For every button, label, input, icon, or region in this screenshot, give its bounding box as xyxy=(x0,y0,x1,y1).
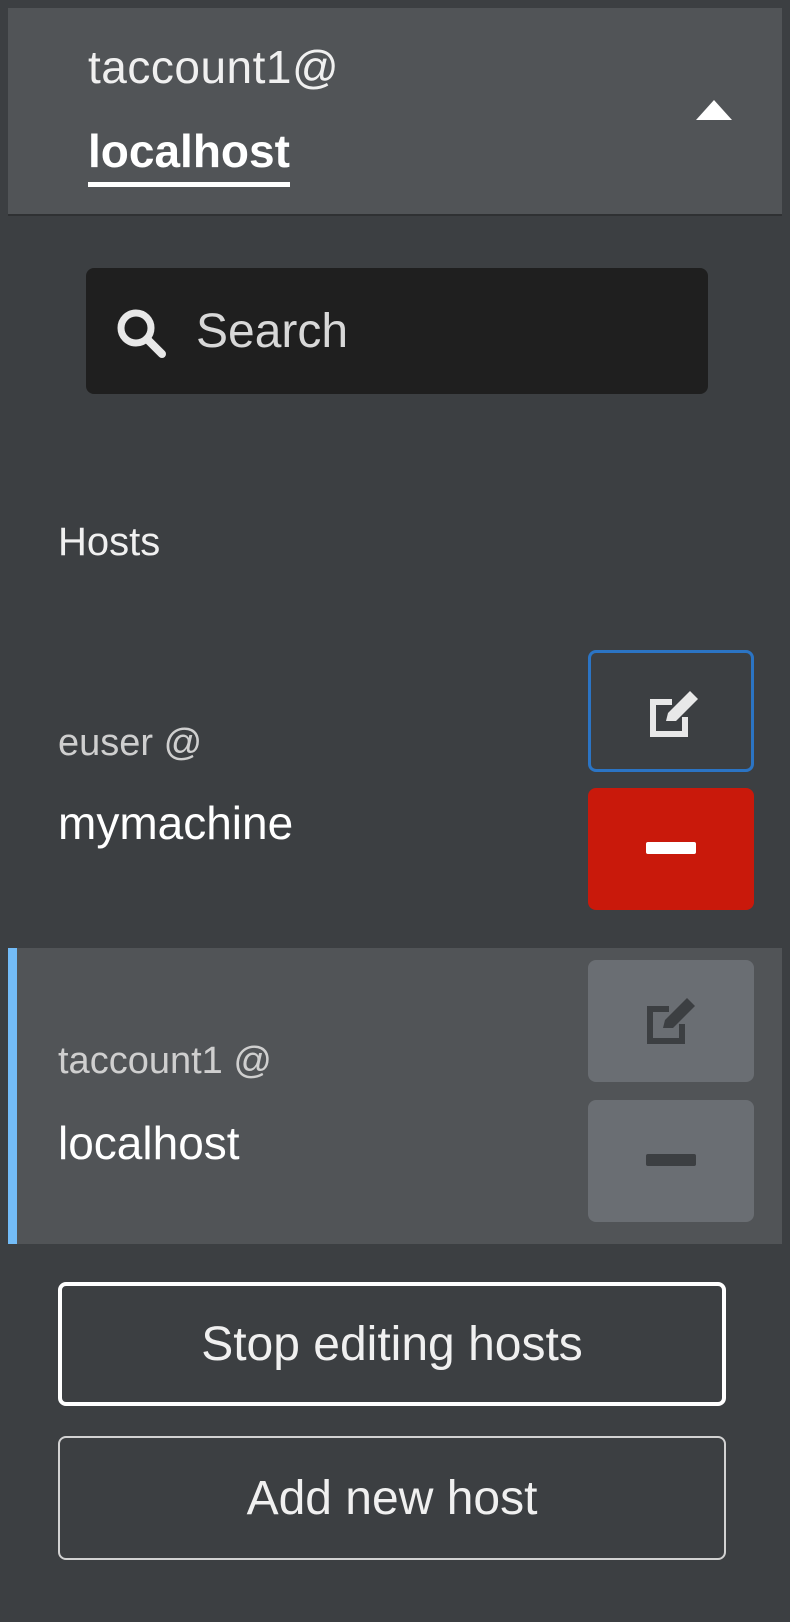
host-switcher-header[interactable]: taccount1@ localhost xyxy=(8,8,782,216)
search-box xyxy=(86,268,708,394)
caret-up-icon[interactable] xyxy=(696,100,732,120)
stop-editing-hosts-button[interactable]: Stop editing hosts xyxy=(58,1282,726,1406)
host-switcher-panel: taccount1@ localhost Hosts euser @ mymac… xyxy=(8,8,782,1622)
host-user: euser @ xyxy=(58,722,203,764)
edit-host-button[interactable] xyxy=(588,650,754,772)
current-user: taccount1@ xyxy=(88,41,340,93)
host-name: mymachine xyxy=(58,797,294,849)
current-host: localhost xyxy=(88,124,290,187)
edit-icon xyxy=(650,691,698,737)
host-item-mymachine[interactable]: euser @ mymachine xyxy=(8,638,782,948)
minus-icon xyxy=(646,842,696,854)
minus-icon xyxy=(646,1154,696,1166)
remove-host-button[interactable] xyxy=(588,788,754,910)
host-name: localhost xyxy=(58,1117,240,1169)
add-new-host-button[interactable]: Add new host xyxy=(58,1436,726,1560)
search-input[interactable] xyxy=(196,296,676,366)
edit-host-button[interactable] xyxy=(588,960,754,1082)
edit-icon xyxy=(647,998,695,1044)
host-user: taccount1 @ xyxy=(58,1040,272,1082)
hosts-heading: Hosts xyxy=(58,520,161,564)
search-icon xyxy=(117,309,166,358)
remove-host-button[interactable] xyxy=(588,1100,754,1222)
host-item-localhost[interactable]: taccount1 @ localhost xyxy=(8,948,782,1244)
